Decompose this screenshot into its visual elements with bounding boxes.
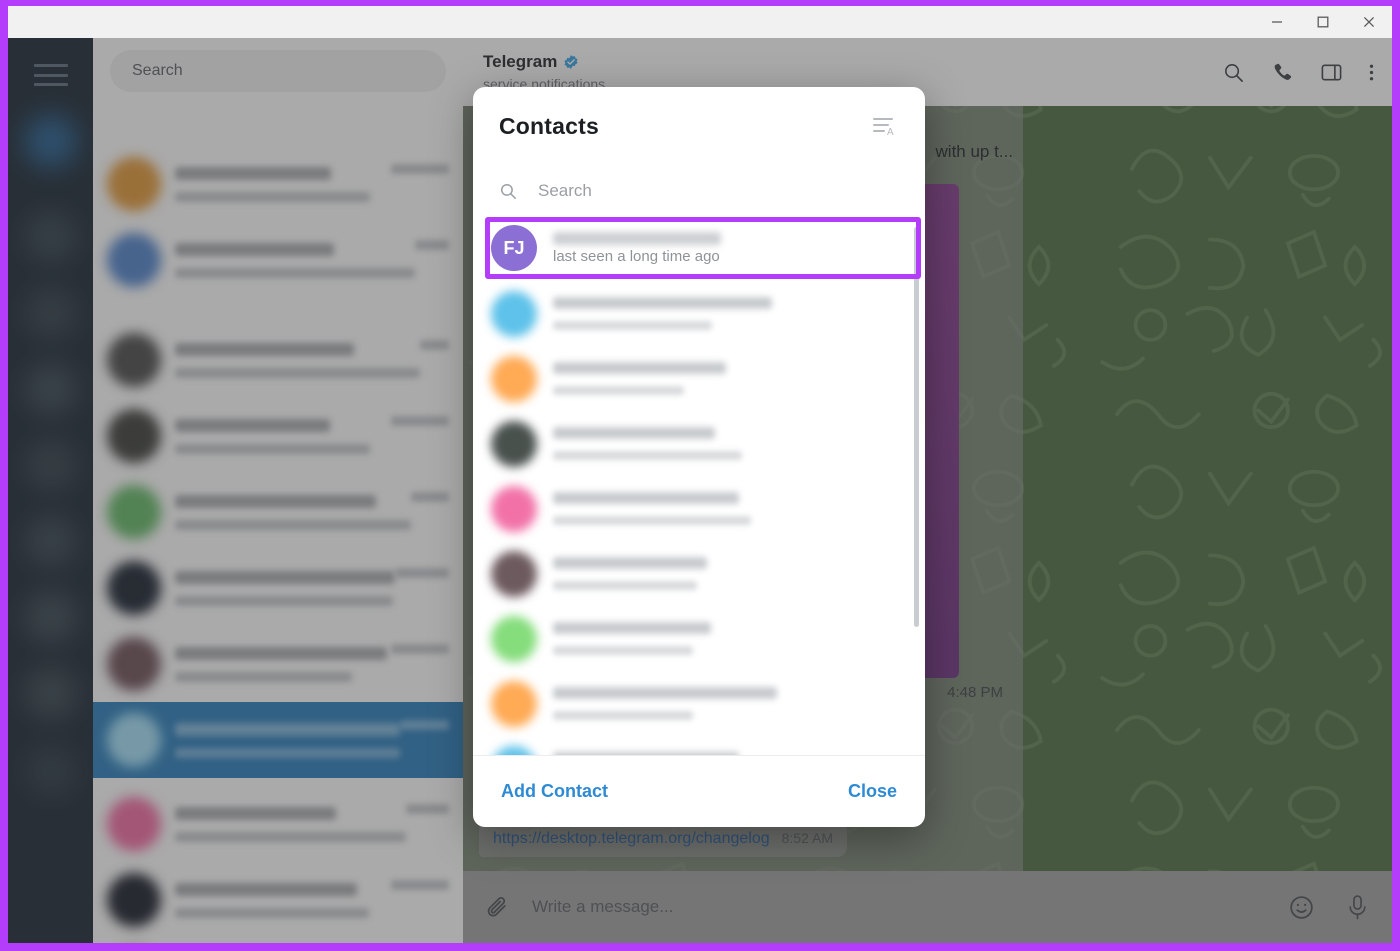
close-icon[interactable] xyxy=(1346,6,1392,38)
contacts-scrollbar[interactable] xyxy=(914,227,919,627)
contacts-dialog-title: Contacts xyxy=(499,113,869,140)
contact-row[interactable] xyxy=(473,736,925,755)
avatar xyxy=(491,421,537,467)
add-contact-button[interactable]: Add Contact xyxy=(501,781,608,802)
contact-text: last seen a long time ago xyxy=(553,232,907,265)
contact-name-redacted xyxy=(553,492,739,504)
avatar xyxy=(491,746,537,756)
window-titlebar xyxy=(8,6,1392,38)
contact-status-redacted xyxy=(553,451,742,460)
avatar xyxy=(491,551,537,597)
contact-row[interactable] xyxy=(473,411,925,476)
annotated-screenshot: Search Telegram service notifications wi… xyxy=(0,0,1400,951)
avatar xyxy=(491,356,537,402)
contact-text xyxy=(553,752,907,755)
contact-name-redacted xyxy=(553,362,726,374)
minimize-icon[interactable] xyxy=(1254,6,1300,38)
contact-row[interactable] xyxy=(473,541,925,606)
contact-row[interactable] xyxy=(473,671,925,736)
avatar-initials: FJ xyxy=(503,238,524,259)
contact-text xyxy=(553,557,907,590)
close-button[interactable]: Close xyxy=(848,781,897,802)
contact-text xyxy=(553,622,907,655)
contact-text xyxy=(553,297,907,330)
contact-text xyxy=(553,362,907,395)
contact-status-redacted xyxy=(553,646,693,655)
contact-name-redacted xyxy=(553,297,772,309)
svg-text:A: A xyxy=(887,127,894,137)
contacts-dialog: Contacts A Search FJ last seen a long ti… xyxy=(473,87,925,827)
contact-status-redacted xyxy=(553,711,693,720)
avatar xyxy=(491,616,537,662)
contact-name-redacted xyxy=(553,687,777,699)
contacts-list[interactable]: FJ last seen a long time ago xyxy=(473,217,925,755)
contacts-dialog-header: Contacts A xyxy=(473,87,925,165)
contact-row[interactable] xyxy=(473,606,925,671)
contact-row[interactable] xyxy=(473,476,925,541)
contact-name-redacted xyxy=(553,752,739,755)
contact-status-redacted xyxy=(553,321,712,330)
contact-name-redacted xyxy=(553,557,707,569)
contact-row-selected[interactable]: FJ last seen a long time ago xyxy=(473,217,925,279)
telegram-desktop-window: Search Telegram service notifications wi… xyxy=(8,6,1392,943)
contact-status-redacted xyxy=(553,516,751,525)
maximize-icon[interactable] xyxy=(1300,6,1346,38)
contact-status-redacted xyxy=(553,386,684,395)
contact-name-redacted xyxy=(553,427,715,439)
avatar: FJ xyxy=(491,225,537,271)
contact-row[interactable] xyxy=(473,281,925,346)
avatar xyxy=(491,681,537,727)
contact-row[interactable] xyxy=(473,346,925,411)
search-icon xyxy=(499,182,518,201)
contact-name-redacted xyxy=(553,622,711,634)
avatar xyxy=(491,291,537,337)
contact-name-redacted xyxy=(553,232,721,245)
contact-text xyxy=(553,427,907,460)
contact-text xyxy=(553,492,907,525)
contact-text xyxy=(553,687,907,720)
contact-status: last seen a long time ago xyxy=(553,248,907,265)
contacts-search-field[interactable]: Search xyxy=(473,165,925,217)
sort-alphabetical-icon[interactable]: A xyxy=(869,113,899,139)
contact-status-redacted xyxy=(553,581,697,590)
avatar xyxy=(491,486,537,532)
contacts-search-placeholder: Search xyxy=(538,181,592,201)
contacts-dialog-footer: Add Contact Close xyxy=(473,755,925,827)
